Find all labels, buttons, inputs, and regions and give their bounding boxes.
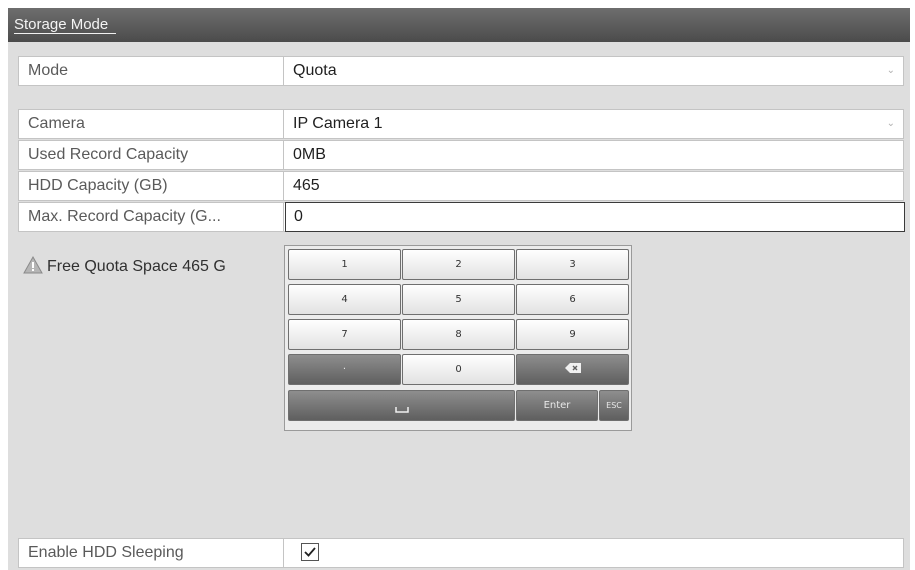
key-2[interactable]: 2 bbox=[402, 249, 515, 280]
key-esc[interactable]: ESC bbox=[599, 390, 629, 421]
key-1[interactable]: 1 bbox=[288, 249, 401, 280]
key-9[interactable]: 9 bbox=[516, 319, 629, 350]
hdd-sleep-checkbox[interactable] bbox=[301, 543, 319, 561]
key-8[interactable]: 8 bbox=[402, 319, 515, 350]
checkmark-icon bbox=[302, 547, 318, 564]
hdd-capacity-row: HDD Capacity (GB) 465 bbox=[18, 171, 904, 201]
key-0[interactable]: 0 bbox=[402, 354, 515, 385]
title-bar: Storage Mode bbox=[8, 8, 910, 42]
warning-triangle-icon bbox=[23, 255, 43, 279]
numeric-keypad: 1 2 3 4 5 6 7 8 9 · 0 Enter ESC bbox=[284, 245, 632, 431]
page-title: Storage Mode bbox=[14, 16, 117, 34]
key-4[interactable]: 4 bbox=[288, 284, 401, 315]
camera-row: Camera IP Camera 1 ⌄ bbox=[18, 109, 904, 139]
max-record-value: 0 bbox=[294, 208, 303, 225]
hdd-capacity-label: HDD Capacity (GB) bbox=[19, 172, 284, 200]
hdd-capacity-value: 465 bbox=[293, 177, 320, 194]
max-record-input[interactable]: 0 bbox=[285, 202, 905, 232]
used-record-label: Used Record Capacity bbox=[19, 141, 284, 169]
used-record-value: 0MB bbox=[293, 146, 326, 163]
camera-label: Camera bbox=[19, 110, 284, 138]
mode-row: Mode Quota ⌄ bbox=[18, 56, 904, 86]
free-quota-warning: Free Quota Space 465 G bbox=[23, 255, 226, 279]
key-space[interactable] bbox=[288, 390, 515, 421]
key-enter[interactable]: Enter bbox=[516, 390, 598, 421]
chevron-down-icon[interactable]: ⌄ bbox=[887, 57, 895, 85]
key-dot[interactable]: · bbox=[288, 354, 401, 385]
used-record-row: Used Record Capacity 0MB bbox=[18, 140, 904, 170]
key-3[interactable]: 3 bbox=[516, 249, 629, 280]
key-backspace[interactable] bbox=[516, 354, 629, 385]
key-5[interactable]: 5 bbox=[402, 284, 515, 315]
key-6[interactable]: 6 bbox=[516, 284, 629, 315]
max-record-label: Max. Record Capacity (G... bbox=[19, 203, 284, 231]
mode-select[interactable]: Quota bbox=[293, 57, 337, 85]
hdd-sleep-row: Enable HDD Sleeping bbox=[18, 538, 904, 568]
hdd-sleep-label: Enable HDD Sleeping bbox=[19, 539, 284, 567]
storage-mode-panel: Storage Mode Mode Quota ⌄ Camera IP Came… bbox=[8, 8, 910, 570]
space-bar-icon bbox=[394, 400, 409, 413]
key-7[interactable]: 7 bbox=[288, 319, 401, 350]
chevron-down-icon[interactable]: ⌄ bbox=[887, 110, 895, 138]
mode-label: Mode bbox=[19, 57, 284, 85]
backspace-icon bbox=[564, 363, 581, 375]
max-record-row: Max. Record Capacity (G... 0 bbox=[18, 202, 905, 232]
free-quota-text: Free Quota Space 465 G bbox=[47, 258, 226, 275]
camera-select[interactable]: IP Camera 1 bbox=[293, 110, 383, 138]
